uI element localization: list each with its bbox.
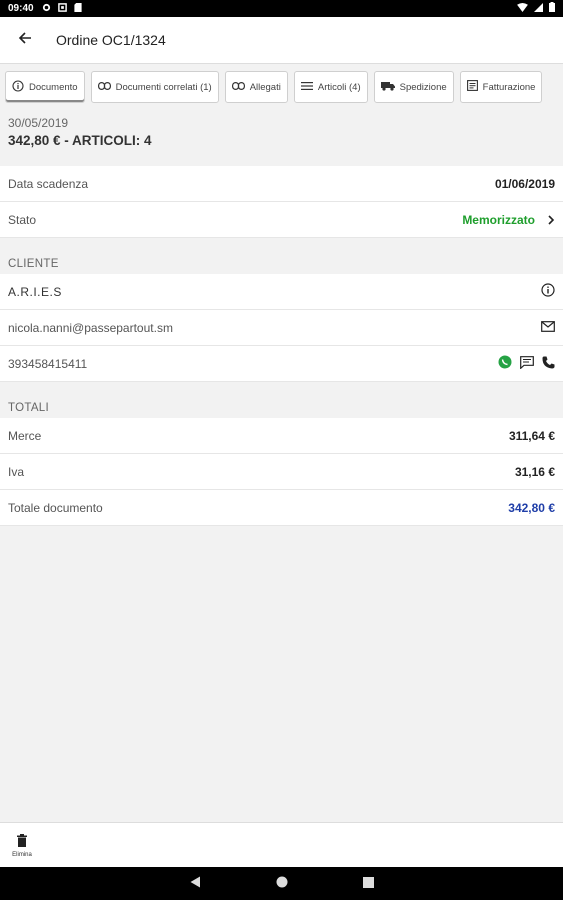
customer-name: A.R.I.E.S: [8, 284, 62, 299]
nav-back-icon[interactable]: [190, 875, 201, 893]
merce-row: Merce 311,64 €: [0, 418, 563, 454]
invoice-icon: [466, 80, 478, 94]
battery-icon: [549, 2, 555, 15]
nav-recents-icon[interactable]: [362, 875, 374, 893]
tab-articoli[interactable]: Articoli (4): [293, 71, 368, 103]
tab-bar: Documento Documenti correlati (1) Allega…: [0, 64, 563, 110]
tab-label: Fatturazione: [482, 81, 536, 93]
shield-icon: [57, 2, 67, 15]
tab-label: Documento: [29, 81, 78, 93]
app-bar: Ordine OC1/1324: [0, 17, 563, 64]
order-total-summary: 342,80 € - ARTICOLI: 4: [8, 133, 152, 148]
tab-fatturazione[interactable]: Fatturazione: [459, 71, 543, 103]
truck-icon: [380, 81, 395, 94]
section-header-cliente: CLIENTE: [8, 258, 59, 270]
state-value: Memorizzato: [462, 212, 535, 227]
totale-documento-value: 342,80 €: [508, 500, 555, 515]
tab-documenti-correlati[interactable]: Documenti correlati (1): [90, 71, 219, 103]
customer-email-row: nicola.nanni@passepartout.sm: [0, 310, 563, 346]
link-icon: [97, 81, 111, 93]
state-row[interactable]: Stato Memorizzato: [0, 202, 563, 238]
tab-spedizione[interactable]: Spedizione: [373, 71, 454, 103]
system-navigation-bar: [0, 867, 563, 900]
page-title: Ordine OC1/1324: [56, 32, 166, 48]
due-date-label: Data scadenza: [8, 176, 89, 191]
back-button[interactable]: [0, 17, 50, 64]
iva-label: Iva: [8, 464, 25, 479]
phone-icon[interactable]: [542, 356, 555, 372]
iva-row: Iva 31,16 €: [0, 454, 563, 490]
customer-info-button[interactable]: [541, 283, 555, 300]
settings-icon: [42, 3, 51, 15]
status-time: 09:40: [8, 3, 34, 14]
totale-documento-label: Totale documento: [8, 500, 103, 515]
list-icon: [300, 81, 313, 94]
delete-button[interactable]: Elimina: [8, 831, 36, 858]
tab-label: Spedizione: [399, 81, 447, 93]
due-date-value: 01/06/2019: [494, 176, 555, 191]
merce-label: Merce: [8, 428, 42, 443]
tab-label: Documenti correlati (1): [115, 81, 212, 93]
mail-icon: [541, 320, 555, 335]
merce-value: 311,64 €: [508, 428, 555, 443]
due-date-row: Data scadenza 01/06/2019: [0, 166, 563, 202]
wifi-icon: [517, 2, 528, 15]
customer-phone-row: 393458415411: [0, 346, 563, 382]
status-bar: 09:40: [0, 0, 563, 17]
customer-name-row: A.R.I.E.S: [0, 274, 563, 310]
delete-label: Elimina: [12, 852, 32, 858]
arrow-left-icon: [18, 31, 32, 50]
totale-documento-row: Totale documento 342,80 €: [0, 490, 563, 526]
customer-phone: 393458415411: [8, 356, 88, 371]
order-summary: 30/05/2019 342,80 € - ARTICOLI: 4: [0, 110, 563, 166]
state-label: Stato: [8, 212, 37, 227]
tab-documento[interactable]: Documento: [5, 71, 85, 103]
info-icon: [12, 79, 24, 95]
email-button[interactable]: [541, 320, 555, 335]
tab-label: Allegati: [249, 81, 281, 93]
trash-icon: [17, 834, 27, 849]
nav-home-icon[interactable]: [276, 875, 288, 893]
tab-allegati[interactable]: Allegati: [224, 71, 288, 103]
bottom-action-bar: Elimina: [0, 822, 563, 867]
sms-icon[interactable]: [520, 355, 534, 372]
signal-icon: [534, 2, 543, 15]
tab-label: Articoli (4): [317, 81, 361, 93]
sdcard-icon: [73, 2, 82, 15]
info-icon: [541, 283, 555, 300]
chevron-right-icon: [547, 214, 555, 225]
whatsapp-icon[interactable]: [498, 355, 512, 372]
iva-value: 31,16 €: [514, 464, 555, 479]
order-date: 30/05/2019: [8, 116, 69, 130]
customer-email: nicola.nanni@passepartout.sm: [8, 320, 173, 335]
section-header-totali: TOTALI: [8, 402, 49, 414]
link-icon: [231, 81, 245, 93]
